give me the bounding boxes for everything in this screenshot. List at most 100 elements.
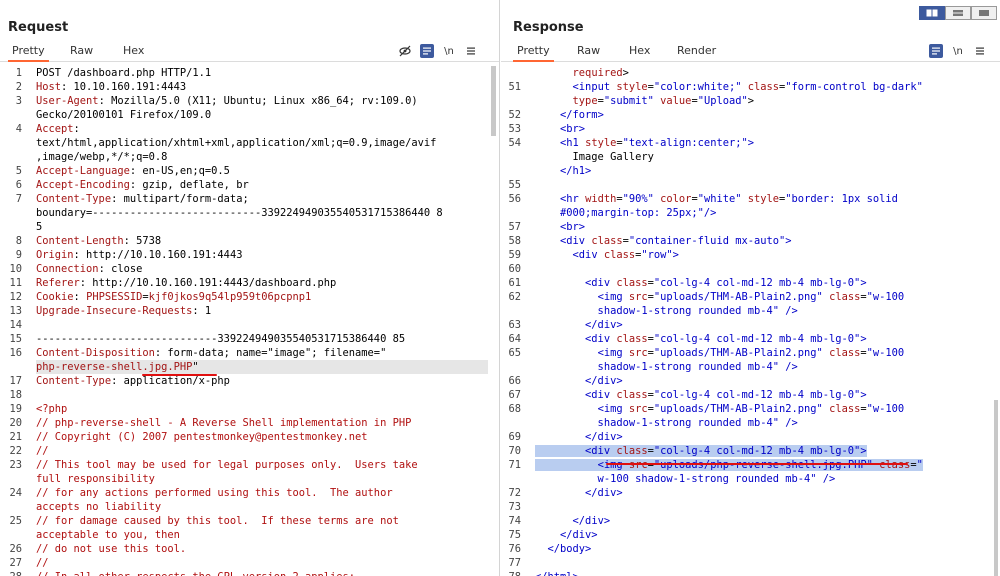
code-line: <div class="container-fluid mx-auto"> (535, 234, 995, 248)
code-token: Image Gallery (535, 151, 654, 163)
code-line: </div> (535, 528, 995, 542)
line-number (0, 220, 22, 234)
code-token: </div> (572, 515, 611, 527)
line-number: 71 (508, 459, 521, 471)
pretty-print-icon[interactable] (420, 44, 434, 58)
line-number: 6 (15, 179, 22, 191)
code-line: <?php (36, 402, 488, 416)
line-number: 7 (15, 193, 22, 205)
code-token: "color:white;" (653, 81, 748, 93)
code-token: <br> (560, 221, 586, 233)
code-token: : http://10.10.160.191:4443 (73, 249, 243, 261)
tab-pretty[interactable]: Pretty (513, 42, 554, 62)
code-line: Content-Type: application/x-php (36, 374, 488, 388)
code-token: : http://10.10.160.191:4443/dashboard.ph… (79, 277, 337, 289)
menu-icon[interactable] (973, 44, 987, 58)
code-token: #000;margin-top: 25px;" (535, 207, 704, 219)
code-token: > (860, 389, 867, 401)
code-token: Connection (36, 263, 99, 275)
code-token: User-Agent (36, 95, 99, 107)
code-token: Accept-Encoding (36, 179, 130, 191)
code-token: "white" (697, 193, 748, 205)
line-number: 61 (508, 277, 521, 289)
split-vertical-icon[interactable] (945, 6, 971, 20)
code-line: <img src="uploads/THM-AB-Plain2.png" cla… (535, 346, 995, 360)
single-pane-icon[interactable] (971, 6, 997, 20)
tab-raw[interactable]: Raw (573, 42, 604, 62)
code-token: "col-lg-4 col-md-12 mb-4 mb-lg-0" (653, 277, 861, 289)
code-token: : en-US,en;q=0.5 (129, 165, 230, 177)
code-token: kjf0jkos9q54lp959t06pcpnp1 (148, 291, 312, 303)
code-line: Referer: http://10.10.160.191:4443/dashb… (36, 276, 488, 290)
line-number: 3 (15, 95, 22, 107)
code-token: <div (585, 445, 617, 457)
response-scrollbar[interactable] (994, 400, 998, 576)
code-token: > (860, 445, 867, 457)
code-token: ,image/webp,*/*;q=0.8 (36, 151, 168, 163)
code-token: Origin (36, 249, 74, 261)
code-token: </h1> (560, 165, 592, 177)
line-number: 63 (508, 319, 521, 331)
code-token: required (572, 67, 623, 79)
code-token: </div> (585, 431, 623, 443)
line-number (501, 150, 521, 164)
tab-pretty[interactable]: Pretty (8, 42, 49, 62)
code-line: Image Gallery (535, 150, 995, 164)
line-number: 27 (9, 557, 22, 569)
code-line: <img src="uploads/THM-AB-Plain2.png" cla… (535, 402, 995, 416)
code-token: width (585, 193, 617, 205)
tab-render[interactable]: Render (673, 42, 720, 62)
code-token: </div> (585, 487, 623, 499)
code-line: </h1> (535, 164, 995, 178)
code-line: Host: 10.10.160.191:4443 (36, 80, 488, 94)
code-line: accepts no liability (36, 500, 488, 514)
menu-icon[interactable] (464, 44, 478, 58)
request-scrollbar[interactable] (491, 66, 496, 136)
line-number: 28 (0, 570, 22, 576)
tab-hex[interactable]: Hex (119, 42, 148, 62)
line-number: 1 (15, 67, 22, 79)
code-token: "uploads/THM-AB-Plain2.png" (653, 347, 830, 359)
code-token: accepts no liability (36, 501, 162, 513)
code-line: POST /dashboard.php HTTP/1.1 (36, 66, 488, 80)
newline-toggle-icon[interactable]: \n (951, 44, 965, 58)
code-token: <hr (560, 193, 586, 205)
code-token: /> (785, 417, 798, 429)
code-token: " (192, 361, 199, 373)
code-token: : 5738 (123, 235, 162, 247)
line-number (0, 472, 22, 486)
code-token: : close (98, 263, 143, 275)
pretty-print-icon[interactable] (929, 44, 943, 58)
response-title: Response (513, 20, 584, 35)
code-token: class (829, 347, 861, 359)
line-number: 20 (9, 417, 22, 429)
request-panel: Request Pretty Raw Hex \n 1 POST /dashboa… (0, 0, 500, 576)
tab-raw[interactable]: Raw (66, 42, 97, 62)
code-token: "w-100 (866, 403, 905, 415)
line-number: 5 (15, 165, 22, 177)
code-token (535, 459, 598, 471)
hide-nonprintable-icon[interactable] (398, 44, 412, 58)
code-token: "form-control bg-dark" (785, 81, 923, 93)
line-number: 16 (9, 347, 22, 359)
line-number: 78 (501, 570, 521, 576)
code-line: boundary=---------------------------3392… (36, 206, 488, 220)
code-line: <img src="uploads/php-reverse-shell.jpg.… (535, 458, 995, 472)
code-line: </div> (535, 514, 995, 528)
code-token: 5 (36, 221, 43, 233)
line-number: 76 (508, 543, 521, 555)
tab-hex[interactable]: Hex (625, 42, 654, 62)
code-token: "border: 1px solid (785, 193, 898, 205)
code-line: Accept-Encoding: gzip, deflate, br (36, 178, 488, 192)
line-number: 52 (508, 109, 521, 121)
newline-toggle-icon[interactable]: \n (442, 44, 456, 58)
split-horizontal-icon[interactable] (919, 6, 945, 20)
